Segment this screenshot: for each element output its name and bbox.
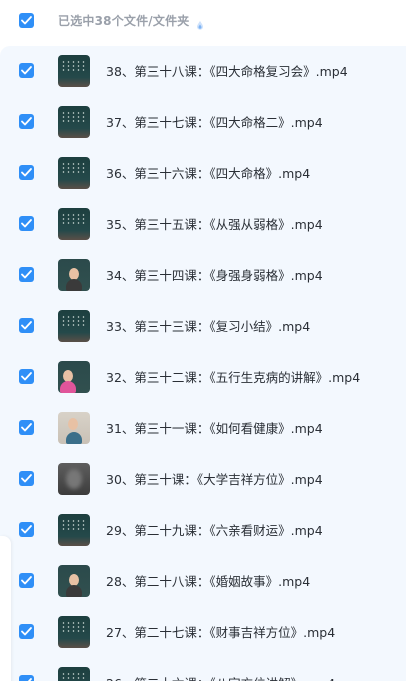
file-checkbox[interactable] bbox=[19, 318, 34, 333]
file-checkbox[interactable] bbox=[19, 165, 34, 180]
file-checkbox[interactable] bbox=[19, 675, 34, 681]
file-name: 37、第三十七课：《四大命格二》.mp4 bbox=[106, 115, 323, 130]
file-checkbox[interactable] bbox=[19, 624, 34, 639]
file-row[interactable]: 28、第二十八课：《婚姻故事》.mp4 bbox=[0, 555, 406, 606]
select-all-checkbox[interactable] bbox=[19, 12, 34, 28]
file-name: 35、第三十五课：《从强从弱格》.mp4 bbox=[106, 217, 323, 232]
checkmark-icon bbox=[21, 525, 32, 534]
file-checkbox[interactable] bbox=[19, 63, 34, 78]
checkmark-icon bbox=[21, 423, 32, 432]
file-checkbox[interactable] bbox=[19, 420, 34, 435]
file-row[interactable]: 38、第三十八课：《四大命格复习会》.mp4 bbox=[0, 45, 406, 96]
file-name: 38、第三十八课：《四大命格复习会》.mp4 bbox=[106, 64, 348, 79]
selection-header: 已选中38个文件/文件夹 bbox=[0, 0, 406, 40]
file-name: 27、第二十七课：《财事吉祥方位》.mp4 bbox=[106, 625, 336, 640]
file-checkbox[interactable] bbox=[19, 216, 34, 231]
file-checkbox[interactable] bbox=[19, 522, 34, 537]
file-row[interactable]: 26、第二十六课：《八字方位讲解》.mp4 bbox=[0, 657, 406, 681]
file-row[interactable]: 36、第三十六课：《四大命格》.mp4 bbox=[0, 147, 406, 198]
file-name: 26、第二十六课：《八字方位讲解》.mp4 bbox=[106, 673, 335, 681]
checkmark-icon bbox=[21, 117, 32, 126]
video-thumbnail bbox=[58, 462, 90, 495]
checkmark-icon bbox=[21, 66, 32, 75]
file-name: 33、第三十三课：《复习小结》.mp4 bbox=[106, 319, 311, 334]
file-checkbox[interactable] bbox=[19, 267, 34, 282]
file-checkbox[interactable] bbox=[19, 369, 34, 384]
checkmark-icon bbox=[21, 219, 32, 228]
selection-count-label: 已选中38个文件/文件夹 bbox=[58, 13, 190, 28]
video-thumbnail bbox=[58, 360, 90, 393]
file-checkbox[interactable] bbox=[19, 114, 34, 129]
video-thumbnail bbox=[58, 411, 90, 444]
checkmark-icon bbox=[21, 168, 32, 177]
file-row[interactable]: 34、第三十四课：《身强身弱格》.mp4 bbox=[0, 249, 406, 300]
file-name: 36、第三十六课：《四大命格》.mp4 bbox=[106, 166, 311, 181]
file-name: 29、第二十九课：《六亲看财运》.mp4 bbox=[106, 523, 323, 538]
file-row[interactable]: 31、第三十一课：《如何看健康》.mp4 bbox=[0, 402, 406, 453]
drop-indicator-icon bbox=[196, 15, 204, 30]
video-thumbnail bbox=[58, 564, 90, 597]
checkmark-icon bbox=[21, 372, 32, 381]
file-name: 28、第二十八课：《婚姻故事》.mp4 bbox=[106, 574, 311, 589]
file-name: 34、第三十四课：《身强身弱格》.mp4 bbox=[106, 268, 323, 283]
checkmark-icon bbox=[21, 270, 32, 279]
video-thumbnail bbox=[58, 207, 90, 240]
video-thumbnail bbox=[58, 666, 90, 681]
checkmark-icon bbox=[21, 576, 32, 585]
file-name: 31、第三十一课：《如何看健康》.mp4 bbox=[106, 421, 323, 436]
video-thumbnail bbox=[58, 54, 90, 87]
checkmark-icon bbox=[21, 474, 32, 483]
file-checkbox[interactable] bbox=[19, 573, 34, 588]
checkmark-icon bbox=[21, 321, 32, 330]
file-row[interactable]: 35、第三十五课：《从强从弱格》.mp4 bbox=[0, 198, 406, 249]
file-name: 32、第三十二课：《五行生克病的讲解》.mp4 bbox=[106, 370, 361, 385]
file-row[interactable]: 33、第三十三课：《复习小结》.mp4 bbox=[0, 300, 406, 351]
file-selection-screen: 已选中38个文件/文件夹 38、第三十八课：《四大命格复习会》.mp4 37、第三… bbox=[0, 0, 406, 681]
file-row[interactable]: 37、第三十七课：《四大命格二》.mp4 bbox=[0, 96, 406, 147]
file-row[interactable]: 29、第二十九课：《六亲看财运》.mp4 bbox=[0, 504, 406, 555]
video-thumbnail bbox=[58, 309, 90, 342]
checkmark-icon bbox=[21, 15, 32, 24]
file-row[interactable]: 27、第二十七课：《财事吉祥方位》.mp4 bbox=[0, 606, 406, 657]
video-thumbnail bbox=[58, 615, 90, 648]
file-row[interactable]: 30、第三十课：《大学吉祥方位》.mp4 bbox=[0, 453, 406, 504]
video-thumbnail bbox=[58, 156, 90, 189]
file-name: 30、第三十课：《大学吉祥方位》.mp4 bbox=[106, 472, 323, 487]
video-thumbnail bbox=[58, 258, 90, 291]
video-thumbnail bbox=[58, 513, 90, 546]
file-row[interactable]: 32、第三十二课：《五行生克病的讲解》.mp4 bbox=[0, 351, 406, 402]
video-thumbnail bbox=[58, 105, 90, 138]
file-checkbox[interactable] bbox=[19, 471, 34, 486]
checkmark-icon bbox=[21, 627, 32, 636]
